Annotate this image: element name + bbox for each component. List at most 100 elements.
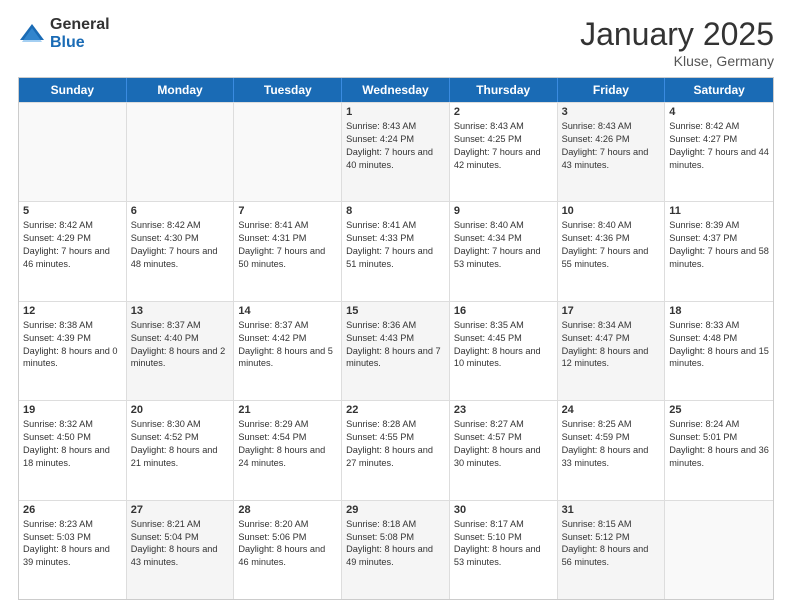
daylight-text: Daylight: 8 hours and 21 minutes. [131, 444, 230, 470]
sunset-text: Sunset: 4:34 PM [454, 232, 553, 245]
cal-cell-13: 13Sunrise: 8:37 AMSunset: 4:40 PMDayligh… [127, 302, 235, 400]
sunset-text: Sunset: 4:59 PM [562, 431, 661, 444]
sunset-text: Sunset: 4:40 PM [131, 332, 230, 345]
day-number: 12 [23, 305, 122, 317]
header-cell-saturday: Saturday [665, 78, 773, 102]
daylight-text: Daylight: 7 hours and 55 minutes. [562, 245, 661, 271]
sunset-text: Sunset: 4:31 PM [238, 232, 337, 245]
week-row-4: 19Sunrise: 8:32 AMSunset: 4:50 PMDayligh… [19, 400, 773, 499]
daylight-text: Daylight: 8 hours and 36 minutes. [669, 444, 769, 470]
sunset-text: Sunset: 4:24 PM [346, 133, 445, 146]
daylight-text: Daylight: 7 hours and 43 minutes. [562, 146, 661, 172]
day-number: 29 [346, 504, 445, 516]
daylight-text: Daylight: 7 hours and 48 minutes. [131, 245, 230, 271]
sunset-text: Sunset: 4:36 PM [562, 232, 661, 245]
title-block: January 2025 Kluse, Germany [580, 16, 774, 69]
day-number: 2 [454, 106, 553, 118]
header-cell-thursday: Thursday [450, 78, 558, 102]
day-number: 3 [562, 106, 661, 118]
cal-cell-15: 15Sunrise: 8:36 AMSunset: 4:43 PMDayligh… [342, 302, 450, 400]
day-number: 16 [454, 305, 553, 317]
sunset-text: Sunset: 5:12 PM [562, 531, 661, 544]
day-number: 28 [238, 504, 337, 516]
cal-cell-2: 2Sunrise: 8:43 AMSunset: 4:25 PMDaylight… [450, 103, 558, 201]
cal-cell-14: 14Sunrise: 8:37 AMSunset: 4:42 PMDayligh… [234, 302, 342, 400]
daylight-text: Daylight: 8 hours and 5 minutes. [238, 345, 337, 371]
cal-cell-1: 1Sunrise: 8:43 AMSunset: 4:24 PMDaylight… [342, 103, 450, 201]
day-number: 17 [562, 305, 661, 317]
header-cell-friday: Friday [558, 78, 666, 102]
sunrise-text: Sunrise: 8:37 AM [131, 319, 230, 332]
day-number: 25 [669, 404, 769, 416]
day-number: 30 [454, 504, 553, 516]
cal-cell-empty [19, 103, 127, 201]
cal-cell-25: 25Sunrise: 8:24 AMSunset: 5:01 PMDayligh… [665, 401, 773, 499]
daylight-text: Daylight: 8 hours and 53 minutes. [454, 543, 553, 569]
sunset-text: Sunset: 4:54 PM [238, 431, 337, 444]
day-number: 7 [238, 205, 337, 217]
daylight-text: Daylight: 7 hours and 44 minutes. [669, 146, 769, 172]
cal-cell-3: 3Sunrise: 8:43 AMSunset: 4:26 PMDaylight… [558, 103, 666, 201]
daylight-text: Daylight: 7 hours and 53 minutes. [454, 245, 553, 271]
day-number: 22 [346, 404, 445, 416]
daylight-text: Daylight: 8 hours and 10 minutes. [454, 345, 553, 371]
daylight-text: Daylight: 8 hours and 0 minutes. [23, 345, 122, 371]
cal-cell-30: 30Sunrise: 8:17 AMSunset: 5:10 PMDayligh… [450, 501, 558, 599]
sunrise-text: Sunrise: 8:43 AM [562, 120, 661, 133]
cal-cell-22: 22Sunrise: 8:28 AMSunset: 4:55 PMDayligh… [342, 401, 450, 499]
daylight-text: Daylight: 8 hours and 15 minutes. [669, 345, 769, 371]
day-number: 9 [454, 205, 553, 217]
sunset-text: Sunset: 4:45 PM [454, 332, 553, 345]
sunrise-text: Sunrise: 8:32 AM [23, 418, 122, 431]
sunset-text: Sunset: 4:27 PM [669, 133, 769, 146]
cal-cell-23: 23Sunrise: 8:27 AMSunset: 4:57 PMDayligh… [450, 401, 558, 499]
day-number: 21 [238, 404, 337, 416]
week-row-1: 1Sunrise: 8:43 AMSunset: 4:24 PMDaylight… [19, 102, 773, 201]
sunrise-text: Sunrise: 8:25 AM [562, 418, 661, 431]
sunset-text: Sunset: 4:42 PM [238, 332, 337, 345]
header-cell-monday: Monday [127, 78, 235, 102]
cal-cell-21: 21Sunrise: 8:29 AMSunset: 4:54 PMDayligh… [234, 401, 342, 499]
day-number: 6 [131, 205, 230, 217]
daylight-text: Daylight: 8 hours and 24 minutes. [238, 444, 337, 470]
cal-cell-20: 20Sunrise: 8:30 AMSunset: 4:52 PMDayligh… [127, 401, 235, 499]
day-number: 19 [23, 404, 122, 416]
sunset-text: Sunset: 5:08 PM [346, 531, 445, 544]
cal-cell-5: 5Sunrise: 8:42 AMSunset: 4:29 PMDaylight… [19, 202, 127, 300]
daylight-text: Daylight: 8 hours and 43 minutes. [131, 543, 230, 569]
sunrise-text: Sunrise: 8:36 AM [346, 319, 445, 332]
sunset-text: Sunset: 5:06 PM [238, 531, 337, 544]
sunrise-text: Sunrise: 8:15 AM [562, 518, 661, 531]
day-number: 24 [562, 404, 661, 416]
daylight-text: Daylight: 8 hours and 39 minutes. [23, 543, 122, 569]
cal-cell-29: 29Sunrise: 8:18 AMSunset: 5:08 PMDayligh… [342, 501, 450, 599]
logo-blue: Blue [50, 34, 85, 51]
logo-general: General [50, 16, 110, 33]
cal-cell-24: 24Sunrise: 8:25 AMSunset: 4:59 PMDayligh… [558, 401, 666, 499]
title-month: January 2025 [580, 16, 774, 53]
sunset-text: Sunset: 4:30 PM [131, 232, 230, 245]
sunrise-text: Sunrise: 8:21 AM [131, 518, 230, 531]
daylight-text: Daylight: 8 hours and 18 minutes. [23, 444, 122, 470]
daylight-text: Daylight: 7 hours and 51 minutes. [346, 245, 445, 271]
sunset-text: Sunset: 4:50 PM [23, 431, 122, 444]
sunrise-text: Sunrise: 8:20 AM [238, 518, 337, 531]
week-row-5: 26Sunrise: 8:23 AMSunset: 5:03 PMDayligh… [19, 500, 773, 599]
cal-cell-28: 28Sunrise: 8:20 AMSunset: 5:06 PMDayligh… [234, 501, 342, 599]
cal-cell-4: 4Sunrise: 8:42 AMSunset: 4:27 PMDaylight… [665, 103, 773, 201]
sunset-text: Sunset: 4:48 PM [669, 332, 769, 345]
cal-cell-empty [127, 103, 235, 201]
sunrise-text: Sunrise: 8:33 AM [669, 319, 769, 332]
sunset-text: Sunset: 4:33 PM [346, 232, 445, 245]
sunrise-text: Sunrise: 8:38 AM [23, 319, 122, 332]
sunrise-text: Sunrise: 8:41 AM [346, 219, 445, 232]
cal-cell-empty [665, 501, 773, 599]
day-number: 23 [454, 404, 553, 416]
calendar-header: SundayMondayTuesdayWednesdayThursdayFrid… [19, 78, 773, 102]
daylight-text: Daylight: 7 hours and 50 minutes. [238, 245, 337, 271]
day-number: 10 [562, 205, 661, 217]
sunset-text: Sunset: 4:43 PM [346, 332, 445, 345]
page: General Blue January 2025 Kluse, Germany… [0, 0, 792, 612]
header-cell-tuesday: Tuesday [234, 78, 342, 102]
day-number: 18 [669, 305, 769, 317]
